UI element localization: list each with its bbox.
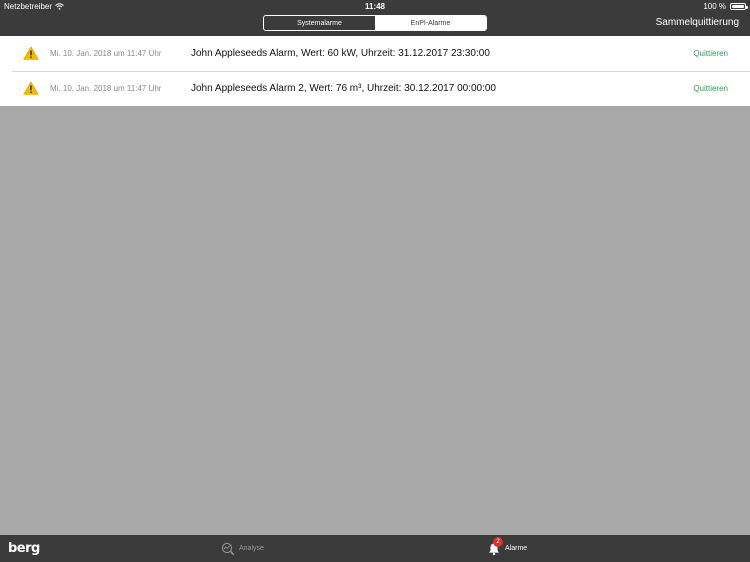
tab-enpi-alarme[interactable]: EnPI-Alarme [375, 16, 486, 30]
alarm-date: Mi. 10. Jan. 2018 um 11:47 Uhr [50, 49, 162, 58]
tab-alarme[interactable]: 2 Alarme [487, 535, 527, 562]
warning-triangle-icon [23, 46, 39, 60]
warning-triangle-icon [23, 81, 39, 95]
battery-percent: 100 % [703, 2, 726, 11]
bottom-tab-bar: berg Analyse 2 Alarme [0, 535, 750, 562]
alarm-message: John Appleseeds Alarm, Wert: 60 kW, Uhrz… [191, 48, 490, 59]
berg-logo: berg [8, 541, 40, 556]
tab-alarme-label: Alarme [505, 545, 528, 552]
analyse-icon [221, 542, 235, 555]
alarm-date: Mi. 10. Jan. 2018 um 11:47 Uhr [50, 84, 162, 93]
battery-icon [730, 3, 748, 10]
status-time: 11:48 [364, 2, 386, 11]
alarm-type-segmented-control: Systemalarme EnPI-Alarme [263, 15, 487, 31]
acknowledge-button[interactable]: Quittieren [693, 49, 728, 58]
bell-icon-wrap: 2 [487, 536, 503, 556]
status-right: 100 % [703, 2, 748, 11]
acknowledge-button[interactable]: Quittieren [693, 84, 728, 93]
battery-fill [732, 5, 744, 8]
top-bar: Netzbetreiber 11:48 100 % Systemalarme E… [0, 0, 750, 36]
alarm-list: Mi. 10. Jan. 2018 um 11:47 Uhr John Appl… [0, 36, 750, 106]
tab-analyse[interactable]: Analyse [221, 535, 264, 562]
tab-analyse-label: Analyse [239, 545, 264, 552]
alarm-row[interactable]: Mi. 10. Jan. 2018 um 11:47 Uhr John Appl… [0, 36, 750, 71]
tab-systemalarme[interactable]: Systemalarme [264, 16, 375, 30]
alarm-count-badge: 2 [493, 536, 503, 547]
collect-ack-button[interactable]: Sammelquittierung [656, 17, 739, 28]
alarm-row[interactable]: Mi. 10. Jan. 2018 um 11:47 Uhr John Appl… [0, 71, 750, 106]
alarm-message: John Appleseeds Alarm 2, Wert: 76 m³, Uh… [191, 83, 496, 94]
